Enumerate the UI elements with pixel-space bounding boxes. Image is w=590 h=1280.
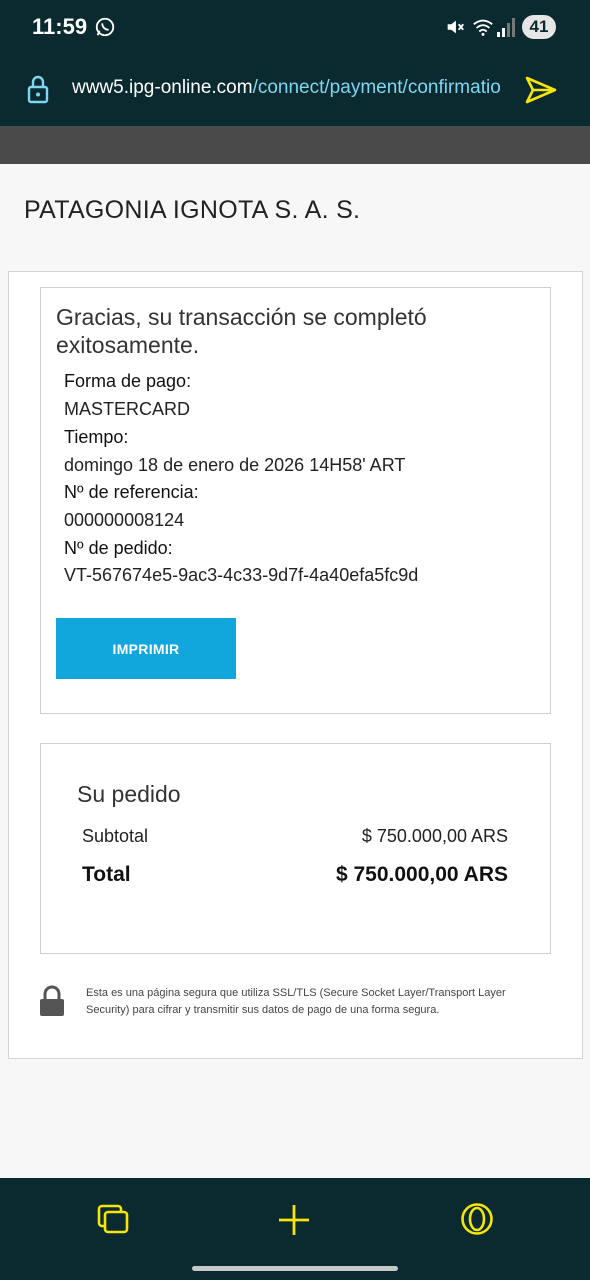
payment-method-value: MASTERCARD [64,399,191,419]
subtotal-label: Subtotal [82,826,149,846]
total-label: Total [82,863,131,886]
total-value: $ 750.000,00 ARS [335,863,508,886]
time-value: domingo 18 de enero de 2026 14H58' ART [64,455,406,475]
payment-method-label: Forma de pago: [64,371,192,391]
url-path: /connect/payment/confirmatio [252,77,501,98]
security-note: Esta es una página segura que utiliza SS… [86,987,506,1016]
time-label: Tiempo: [64,427,129,447]
home-indicator[interactable] [192,1266,398,1271]
order-summary-title: Su pedido [77,781,181,807]
padlock-icon [40,985,64,1016]
order-summary-box [40,743,551,954]
browser-url-bar[interactable]: www5.ipg-online.com/connect/payment/conf… [0,56,590,126]
confirmation-title: Gracias, su transacción se completó exit… [56,304,427,358]
url-text[interactable]: www5.ipg-online.com/connect/payment/conf… [72,77,504,103]
plus-icon[interactable] [276,1202,312,1238]
status-bar: 11:59 41 [0,0,590,56]
merchant-name: PATAGONIA IGNOTA S. A. S. [24,196,361,224]
mute-icon [447,20,464,34]
lock-icon[interactable] [26,74,50,104]
wifi-icon [473,19,493,36]
reference-label: Nº de referencia: [64,482,199,502]
opera-icon[interactable] [460,1202,494,1236]
order-number-value: VT-567674e5-9ac3-4c33-9d7f-4a40efa5fc9d [64,565,419,585]
send-icon[interactable] [524,74,558,106]
print-button[interactable]: IMPRIMIR [56,618,236,679]
url-host: www5.ipg-online.com [72,77,253,98]
order-number-label: Nº de pedido: [64,538,173,558]
battery-indicator: 41 [522,15,556,39]
page-top-band [0,126,590,164]
signal-icon [497,18,515,37]
reference-value: 000000008124 [64,510,185,530]
subtotal-value: $ 750.000,00 ARS [361,826,508,846]
tabs-icon[interactable] [96,1203,130,1235]
status-time: 11:59 [32,14,88,39]
whatsapp-icon [95,17,115,37]
